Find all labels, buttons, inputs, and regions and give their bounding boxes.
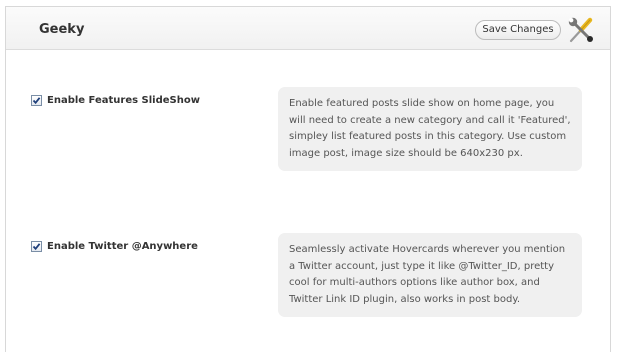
checkmark-icon — [32, 243, 41, 251]
twitter-anywhere-description: Seamlessly activate Hovercards wherever … — [278, 233, 582, 317]
settings-panel: Geeky Save Changes Enable Features Slide… — [5, 6, 611, 352]
features-slideshow-label: Enable Features SlideShow — [47, 95, 200, 106]
twitter-anywhere-label: Enable Twitter @Anywhere — [47, 241, 198, 252]
checkmark-icon — [32, 97, 41, 105]
option-twitter-anywhere[interactable]: Enable Twitter @Anywhere — [31, 241, 198, 252]
panel-title: Geeky — [39, 22, 85, 37]
wrench-screwdriver-icon[interactable] — [567, 16, 595, 44]
features-slideshow-checkbox[interactable] — [31, 95, 42, 106]
option-features-slideshow[interactable]: Enable Features SlideShow — [31, 95, 200, 106]
panel-header: Geeky Save Changes — [6, 7, 610, 50]
save-changes-button[interactable]: Save Changes — [475, 20, 561, 40]
options-area: Enable Features SlideShow Enable feature… — [6, 51, 610, 352]
twitter-anywhere-checkbox[interactable] — [31, 241, 42, 252]
features-slideshow-description: Enable featured posts slide show on home… — [278, 87, 582, 171]
